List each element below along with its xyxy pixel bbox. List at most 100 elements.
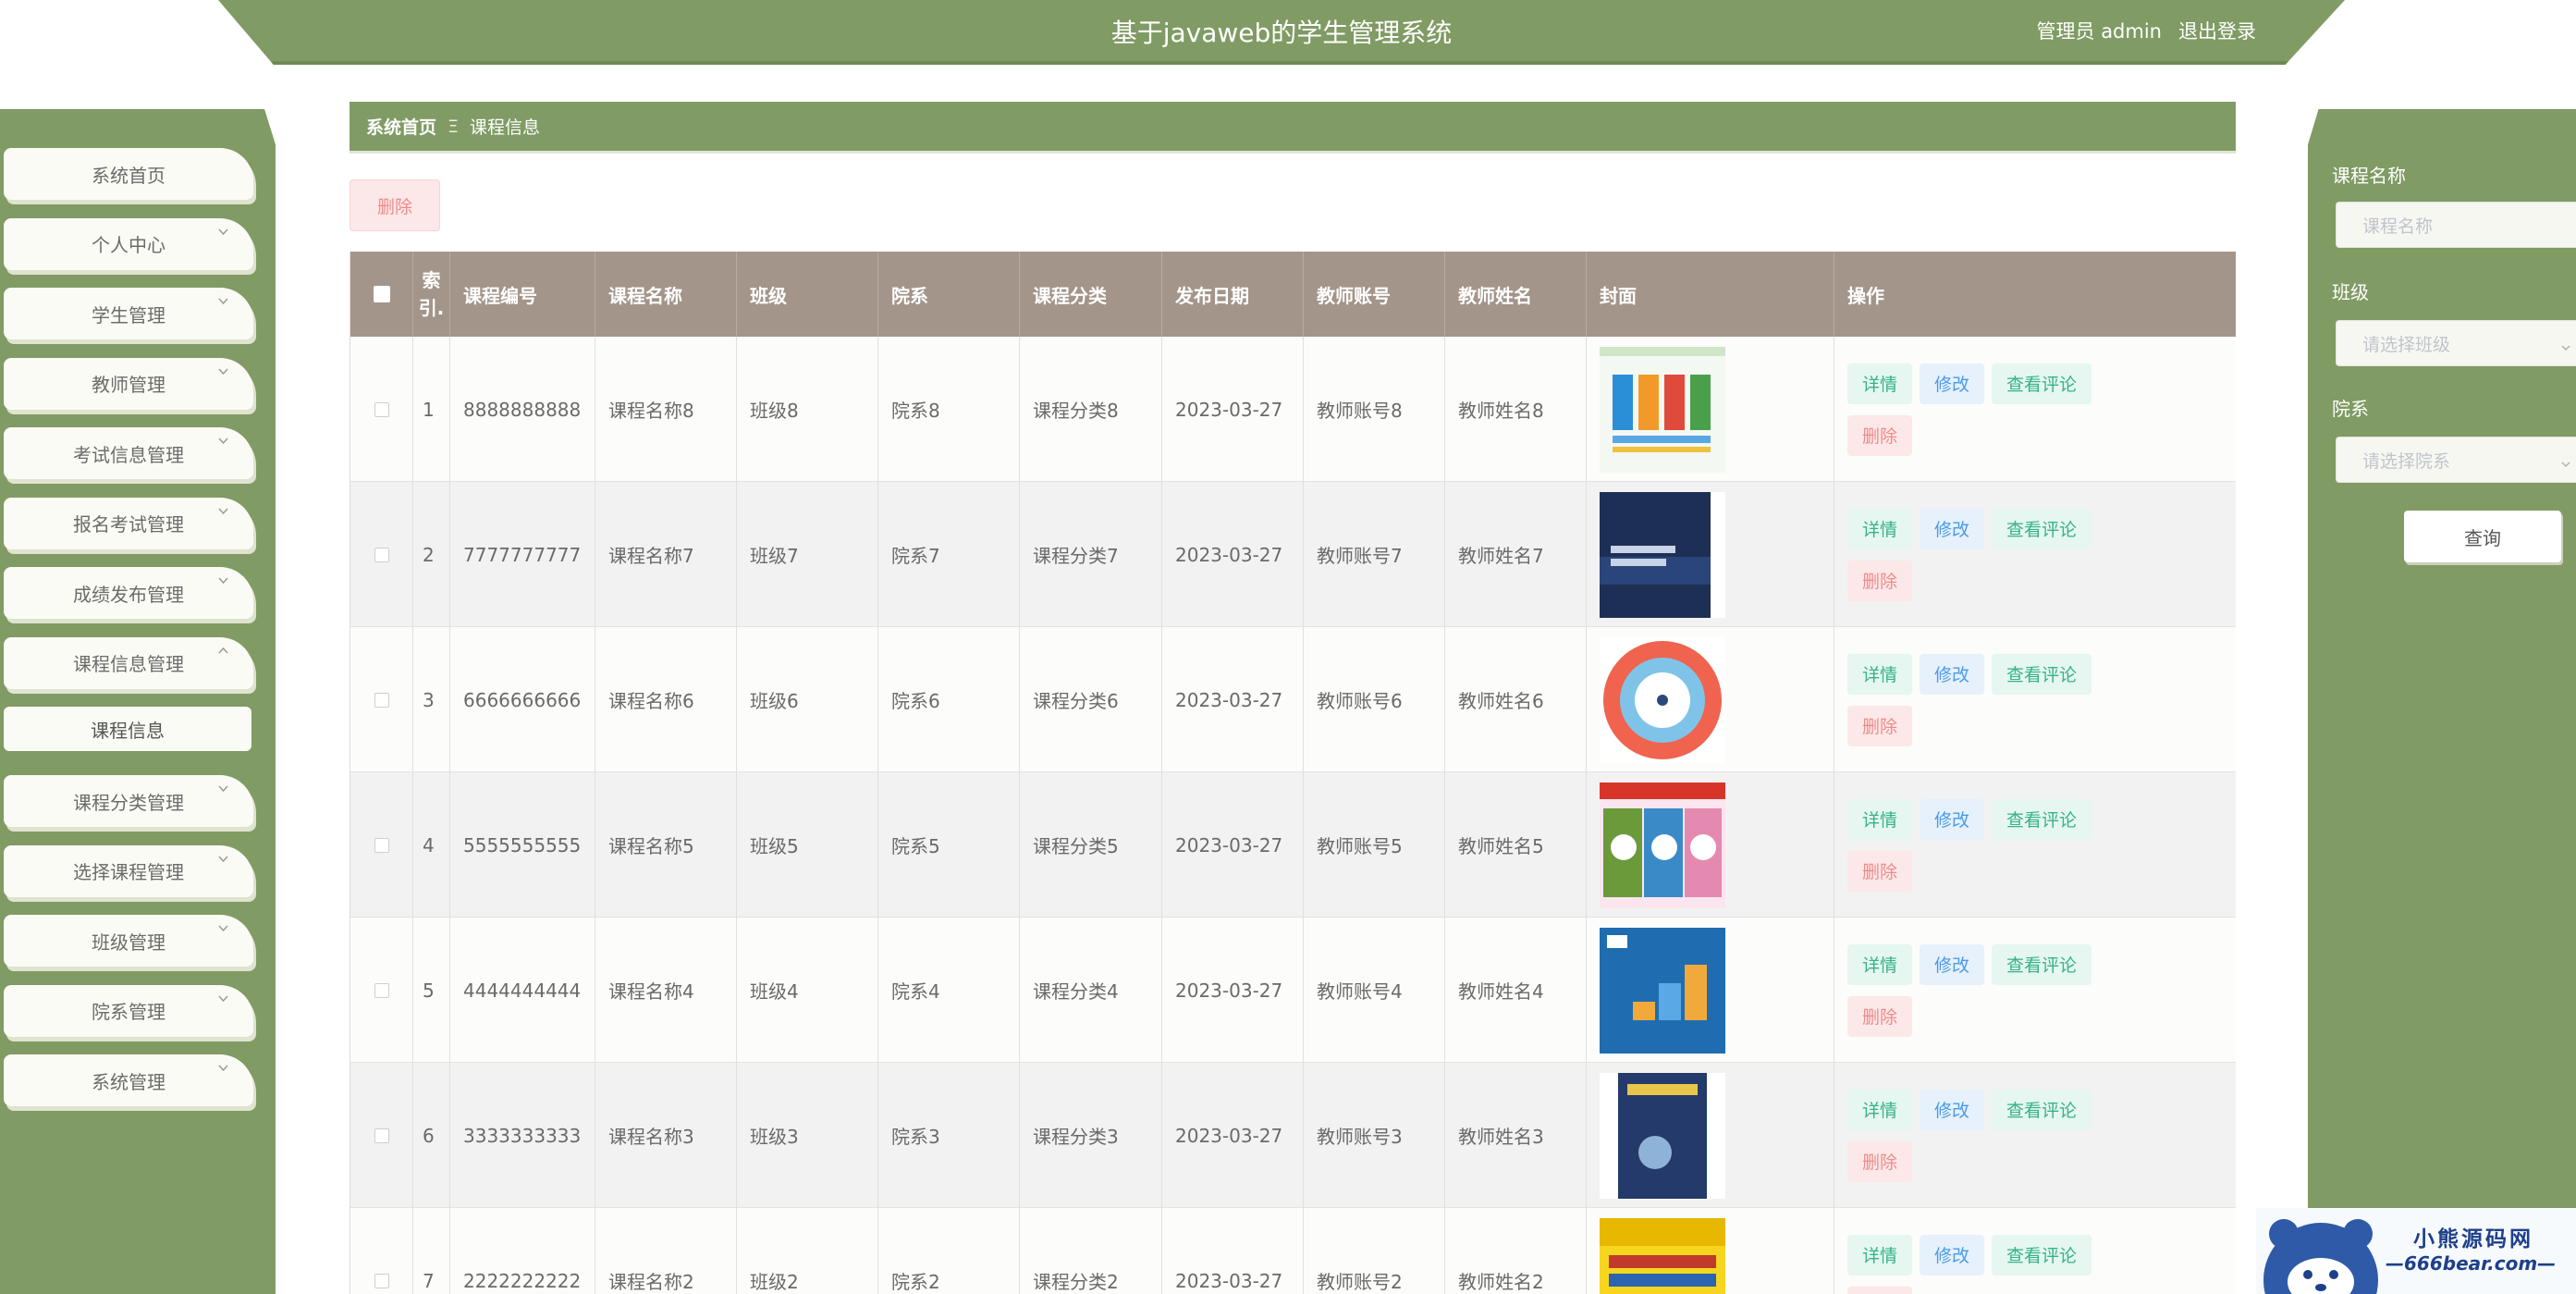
detail-button[interactable]: 详情 xyxy=(1847,798,1913,840)
cell-teacher-account: 教师账号6 xyxy=(1304,627,1445,772)
delete-button[interactable]: 删除 xyxy=(1847,560,1913,601)
delete-button[interactable]: 删除 xyxy=(1847,850,1913,892)
cell-class: 班级4 xyxy=(737,918,878,1063)
row-checkbox[interactable] xyxy=(374,547,389,562)
cell-actions: 详情修改查看评论删除 xyxy=(1834,772,2207,918)
view-comments-button[interactable]: 查看评论 xyxy=(1992,798,2092,840)
sidebar-item-label: 课程分类管理 xyxy=(73,791,184,814)
edit-button[interactable]: 修改 xyxy=(1920,653,1985,695)
breadcrumb-separator: Ξ xyxy=(448,116,460,137)
cell-course-code: 5555555555 xyxy=(450,772,595,918)
row-checkbox[interactable] xyxy=(374,982,389,998)
edit-button[interactable]: 修改 xyxy=(1920,1234,1985,1276)
cell-actions: 详情修改查看评论删除 xyxy=(1834,627,2207,772)
cover-image[interactable] xyxy=(1600,491,1725,618)
table-row: 4 5555555555 课程名称5 班级5 院系5 课程分类5 2023-03-27 教师账… xyxy=(350,772,2236,918)
logout-link[interactable]: 退出登录 xyxy=(2178,17,2256,44)
breadcrumb-home[interactable]: 系统首页 xyxy=(366,114,436,139)
view-comments-button[interactable]: 查看评论 xyxy=(1992,363,2092,404)
view-comments-button[interactable]: 查看评论 xyxy=(1992,1089,2092,1130)
sidebar-item-3[interactable]: 教师管理 xyxy=(4,357,253,410)
sidebar-item-5[interactable]: 报名考试管理 xyxy=(4,497,253,549)
edit-button[interactable]: 修改 xyxy=(1920,1089,1985,1130)
view-comments-button[interactable]: 查看评论 xyxy=(1992,653,2092,695)
detail-button[interactable]: 详情 xyxy=(1847,1089,1913,1130)
table-row: 2 7777777777 课程名称7 班级7 院系7 课程分类7 2023-03-27 教师账… xyxy=(350,482,2236,627)
row-select-cell xyxy=(350,337,413,482)
cell-class: 班级5 xyxy=(737,772,878,918)
class-label: 班级 xyxy=(2332,281,2369,303)
table-row: 3 6666666666 课程名称6 班级6 院系6 课程分类6 2023-03-27 教师账… xyxy=(350,627,2236,772)
sidebar-item-8[interactable]: 课程分类管理 xyxy=(4,775,253,827)
cell-cover xyxy=(1587,772,1834,918)
class-select[interactable]: 请选择班级 xyxy=(2336,320,2576,366)
sidebar-item-7[interactable]: 课程信息管理 xyxy=(4,636,253,689)
sidebar-item-label: 教师管理 xyxy=(92,374,166,396)
sidebar-item-0[interactable]: 系统首页 xyxy=(4,148,253,200)
cover-image[interactable] xyxy=(1600,927,1725,1054)
sidebar-item-label: 学生管理 xyxy=(92,303,166,327)
cell-course-name: 课程名称4 xyxy=(595,918,737,1063)
sidebar-item-1[interactable]: 个人中心 xyxy=(4,217,253,270)
cell-course-name: 课程名称3 xyxy=(595,1063,737,1208)
row-checkbox[interactable] xyxy=(374,401,389,417)
cell-publish-date: 2023-03-27 xyxy=(1162,1208,1304,1294)
cell-dept: 院系6 xyxy=(878,627,1020,772)
cover-image[interactable] xyxy=(1600,782,1725,908)
row-checkbox[interactable] xyxy=(374,692,389,708)
edit-button[interactable]: 修改 xyxy=(1920,798,1985,840)
detail-button[interactable]: 详情 xyxy=(1847,943,1913,985)
cell-index: 6 xyxy=(413,1063,450,1208)
action-row: 详情 修改 查看评论 xyxy=(1847,943,2092,985)
sidebar-item-12[interactable]: 系统管理 xyxy=(4,1054,253,1106)
query-button[interactable]: 查询 xyxy=(2404,511,2561,562)
sidebar-item-9[interactable]: 选择课程管理 xyxy=(4,844,253,897)
detail-button[interactable]: 详情 xyxy=(1847,363,1913,404)
cell-actions: 详情修改查看评论删除 xyxy=(1834,482,2207,627)
cover-image[interactable] xyxy=(1600,1072,1725,1199)
detail-button[interactable]: 详情 xyxy=(1847,1234,1913,1276)
detail-button[interactable]: 详情 xyxy=(1847,508,1913,549)
view-comments-button[interactable]: 查看评论 xyxy=(1992,943,2092,985)
select-all-checkbox[interactable] xyxy=(373,286,390,302)
sidebar-item-11[interactable]: 院系管理 xyxy=(4,984,253,1037)
edit-button[interactable]: 修改 xyxy=(1920,363,1985,404)
cell-dept: 院系5 xyxy=(878,772,1020,918)
batch-delete-button[interactable]: 删除 xyxy=(350,179,440,231)
row-checkbox[interactable] xyxy=(374,1273,389,1288)
chevron-down-icon xyxy=(217,226,229,238)
row-select-cell xyxy=(350,627,413,772)
view-comments-button[interactable]: 查看评论 xyxy=(1992,1234,2092,1276)
detail-button[interactable]: 详情 xyxy=(1847,653,1913,695)
cover-image[interactable] xyxy=(1600,1217,1725,1294)
sidebar-item-10[interactable]: 班级管理 xyxy=(4,915,253,967)
row-checkbox[interactable] xyxy=(374,837,389,853)
row-checkbox[interactable] xyxy=(374,1128,389,1143)
cell-course-name: 课程名称7 xyxy=(595,482,737,627)
cell-teacher-name: 教师姓名6 xyxy=(1445,627,1587,772)
delete-button[interactable]: 删除 xyxy=(1847,705,1913,746)
sidebar-item-6[interactable]: 成绩发布管理 xyxy=(4,567,253,619)
cell-course-name: 课程名称6 xyxy=(595,627,737,772)
sidebar-item-2[interactable]: 学生管理 xyxy=(4,288,253,339)
cover-image[interactable] xyxy=(1600,636,1725,763)
course-name-input[interactable]: 课程名称 xyxy=(2336,202,2576,248)
delete-button[interactable]: 删除 xyxy=(1847,1140,1913,1182)
sidebar-item-4[interactable]: 考试信息管理 xyxy=(4,427,253,479)
cover-image[interactable] xyxy=(1600,346,1725,473)
edit-button[interactable]: 修改 xyxy=(1920,943,1985,985)
delete-button[interactable]: 删除 xyxy=(1847,1286,1913,1294)
delete-button[interactable]: 删除 xyxy=(1847,414,1913,456)
dept-select[interactable]: 请选择院系 xyxy=(2336,437,2576,483)
header-course-code: 课程编号 xyxy=(450,252,595,337)
select-all-cell xyxy=(350,252,413,337)
action-row: 详情 修改 查看评论 xyxy=(1847,508,2092,549)
table-row: 6 3333333333 课程名称3 班级3 院系3 课程分类3 2023-03-27 教师账… xyxy=(350,1063,2236,1208)
chevron-down-icon xyxy=(217,922,229,934)
delete-button[interactable]: 删除 xyxy=(1847,995,1913,1037)
dept-select-placeholder: 请选择院系 xyxy=(2362,450,2451,472)
cell-category: 课程分类4 xyxy=(1020,918,1162,1063)
view-comments-button[interactable]: 查看评论 xyxy=(1992,508,2092,549)
sidebar-subitem-course-info[interactable]: 课程信息 xyxy=(4,707,251,751)
edit-button[interactable]: 修改 xyxy=(1920,508,1985,549)
